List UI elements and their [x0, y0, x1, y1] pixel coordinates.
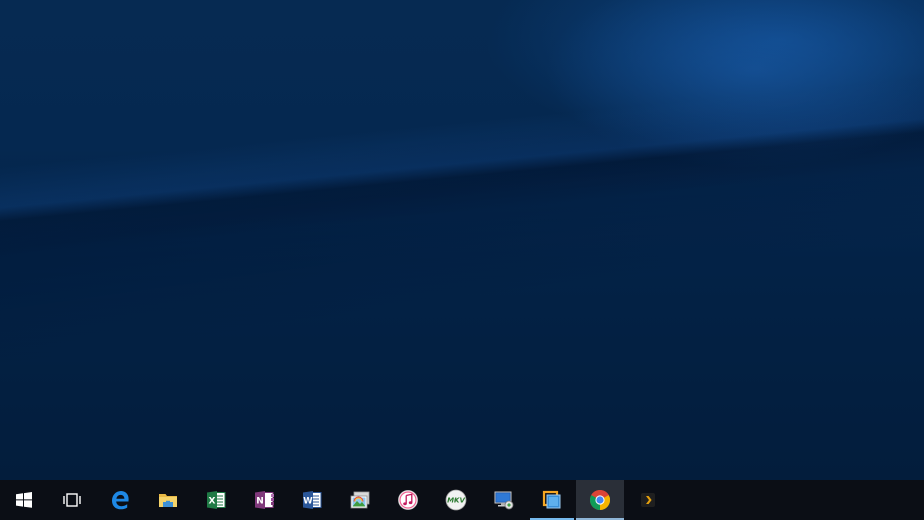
svg-text:W: W [303, 497, 313, 507]
svg-text:N: N [256, 497, 264, 507]
task-view-icon [61, 489, 83, 511]
edge-icon [109, 489, 131, 511]
makemkv-icon: MKV [445, 489, 467, 511]
vmware-icon [541, 489, 563, 511]
windows-logo-icon [13, 489, 35, 511]
word-icon: W [301, 489, 323, 511]
remote-desktop-icon [493, 489, 515, 511]
wallpaper-light-beam [0, 67, 924, 263]
plex-button[interactable] [624, 480, 672, 520]
photo-viewer-button[interactable] [336, 480, 384, 520]
start-button[interactable] [0, 480, 48, 520]
makemkv-glyph: MKV [447, 497, 465, 505]
onenote-icon: N [253, 489, 275, 511]
folder-icon [157, 489, 179, 511]
excel-icon: X [205, 489, 227, 511]
onenote-button[interactable]: N [240, 480, 288, 520]
plex-icon [637, 489, 659, 511]
makemkv-button[interactable]: MKV [432, 480, 480, 520]
desktop-wallpaper[interactable] [0, 0, 924, 480]
itunes-icon [397, 489, 419, 511]
edge-button[interactable] [96, 480, 144, 520]
photo-viewer-icon [349, 489, 371, 511]
chrome-button[interactable] [576, 480, 624, 520]
svg-text:X: X [209, 497, 216, 507]
vmware-button[interactable] [528, 480, 576, 520]
task-view-button[interactable] [48, 480, 96, 520]
itunes-button[interactable] [384, 480, 432, 520]
word-button[interactable]: W [288, 480, 336, 520]
taskbar: X N W MKV [0, 480, 924, 520]
excel-button[interactable]: X [192, 480, 240, 520]
chrome-icon [589, 489, 611, 511]
remote-desktop-button[interactable] [480, 480, 528, 520]
file-explorer-button[interactable] [144, 480, 192, 520]
